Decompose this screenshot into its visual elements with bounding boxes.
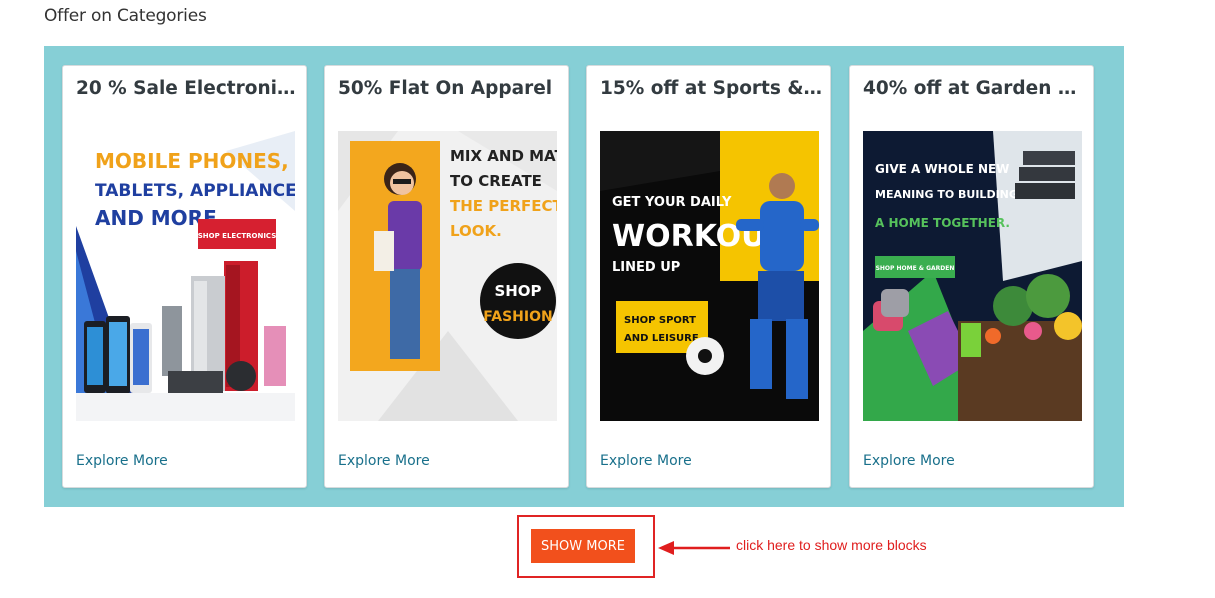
annotation-text: click here to show more blocks bbox=[736, 537, 927, 553]
banner-line-3: A HOME TOGETHER. bbox=[875, 216, 1010, 230]
towels-shape bbox=[1023, 151, 1075, 165]
section-title: Offer on Categories bbox=[44, 6, 207, 26]
banner-line-3: THE PERFECT bbox=[450, 197, 557, 215]
athlete-jersey-shape bbox=[760, 201, 804, 271]
electronics-banner-image[interactable]: MOBILE PHONES, TABLETS, APPLIANCES AND M… bbox=[76, 131, 295, 421]
annotation-arrow-icon bbox=[658, 541, 730, 555]
show-more-button[interactable]: SHOW MORE bbox=[531, 529, 635, 563]
card-title: 40% off at Garden and Home bbox=[863, 78, 1085, 99]
banner-line-1: MOBILE PHONES, bbox=[95, 149, 289, 173]
explore-more-link[interactable]: Explore More bbox=[600, 453, 692, 469]
offer-card-sports[interactable]: 15% off at Sports & Leisure GET YOUR DAI… bbox=[586, 65, 831, 488]
blender-shape bbox=[264, 326, 286, 386]
banner-line-1: MIX AND MATCH bbox=[450, 147, 557, 165]
page: Offer on Categories 20 % Sale Electronic… bbox=[0, 0, 1215, 598]
banner-cta-bottom: AND LEISURE bbox=[624, 333, 699, 344]
banner-line-2: MEANING TO BUILDING bbox=[875, 188, 1018, 201]
card-title: 20 % Sale Electronics bbox=[76, 78, 298, 99]
banner-line-2: TO CREATE bbox=[450, 172, 542, 190]
jeans-shape bbox=[390, 269, 420, 359]
flowers-shape bbox=[1054, 312, 1082, 340]
apparel-banner-image[interactable]: MIX AND MATCH TO CREATE THE PERFECT LOOK… bbox=[338, 131, 557, 421]
banner-line-1: GET YOUR DAILY bbox=[612, 195, 732, 210]
offer-card-electronics[interactable]: 20 % Sale Electronics MOBILE PHONES, TAB… bbox=[62, 65, 307, 488]
sports-banner-image[interactable]: GET YOUR DAILY WORKOUT LINED UP SHOP SPO… bbox=[600, 131, 819, 421]
garden-banner-image[interactable]: GIVE A WHOLE NEW MEANING TO BUILDING A H… bbox=[863, 131, 1082, 421]
card-title: 15% off at Sports & Leisure bbox=[600, 78, 822, 99]
shop-fashion-badge bbox=[480, 263, 556, 339]
banner-cta-top: SHOP bbox=[494, 282, 541, 300]
category-offers-panel: 20 % Sale Electronics MOBILE PHONES, TAB… bbox=[44, 46, 1124, 507]
banner-line-1: GIVE A WHOLE NEW bbox=[875, 162, 1009, 176]
offer-card-garden[interactable]: 40% off at Garden and Home GIVE A WHOLE … bbox=[849, 65, 1094, 488]
explore-more-link[interactable]: Explore More bbox=[863, 453, 955, 469]
explore-more-link[interactable]: Explore More bbox=[76, 453, 168, 469]
banner-line-4: LOOK. bbox=[450, 222, 502, 240]
banner-line-3: LINED UP bbox=[612, 260, 680, 275]
banner-cta: SHOP ELECTRONICS bbox=[198, 232, 276, 240]
offer-card-apparel[interactable]: 50% Flat On Apparel MIX AND MATCH bbox=[324, 65, 569, 488]
banner-cta: SHOP HOME & GARDEN bbox=[876, 265, 955, 272]
banner-cta-top: SHOP SPORT bbox=[624, 315, 696, 326]
banner-line-2: TABLETS, APPLIANCES bbox=[95, 181, 295, 201]
explore-more-link[interactable]: Explore More bbox=[338, 453, 430, 469]
banner-cta-bottom: FASHION bbox=[483, 309, 552, 325]
card-title: 50% Flat On Apparel bbox=[338, 78, 553, 99]
